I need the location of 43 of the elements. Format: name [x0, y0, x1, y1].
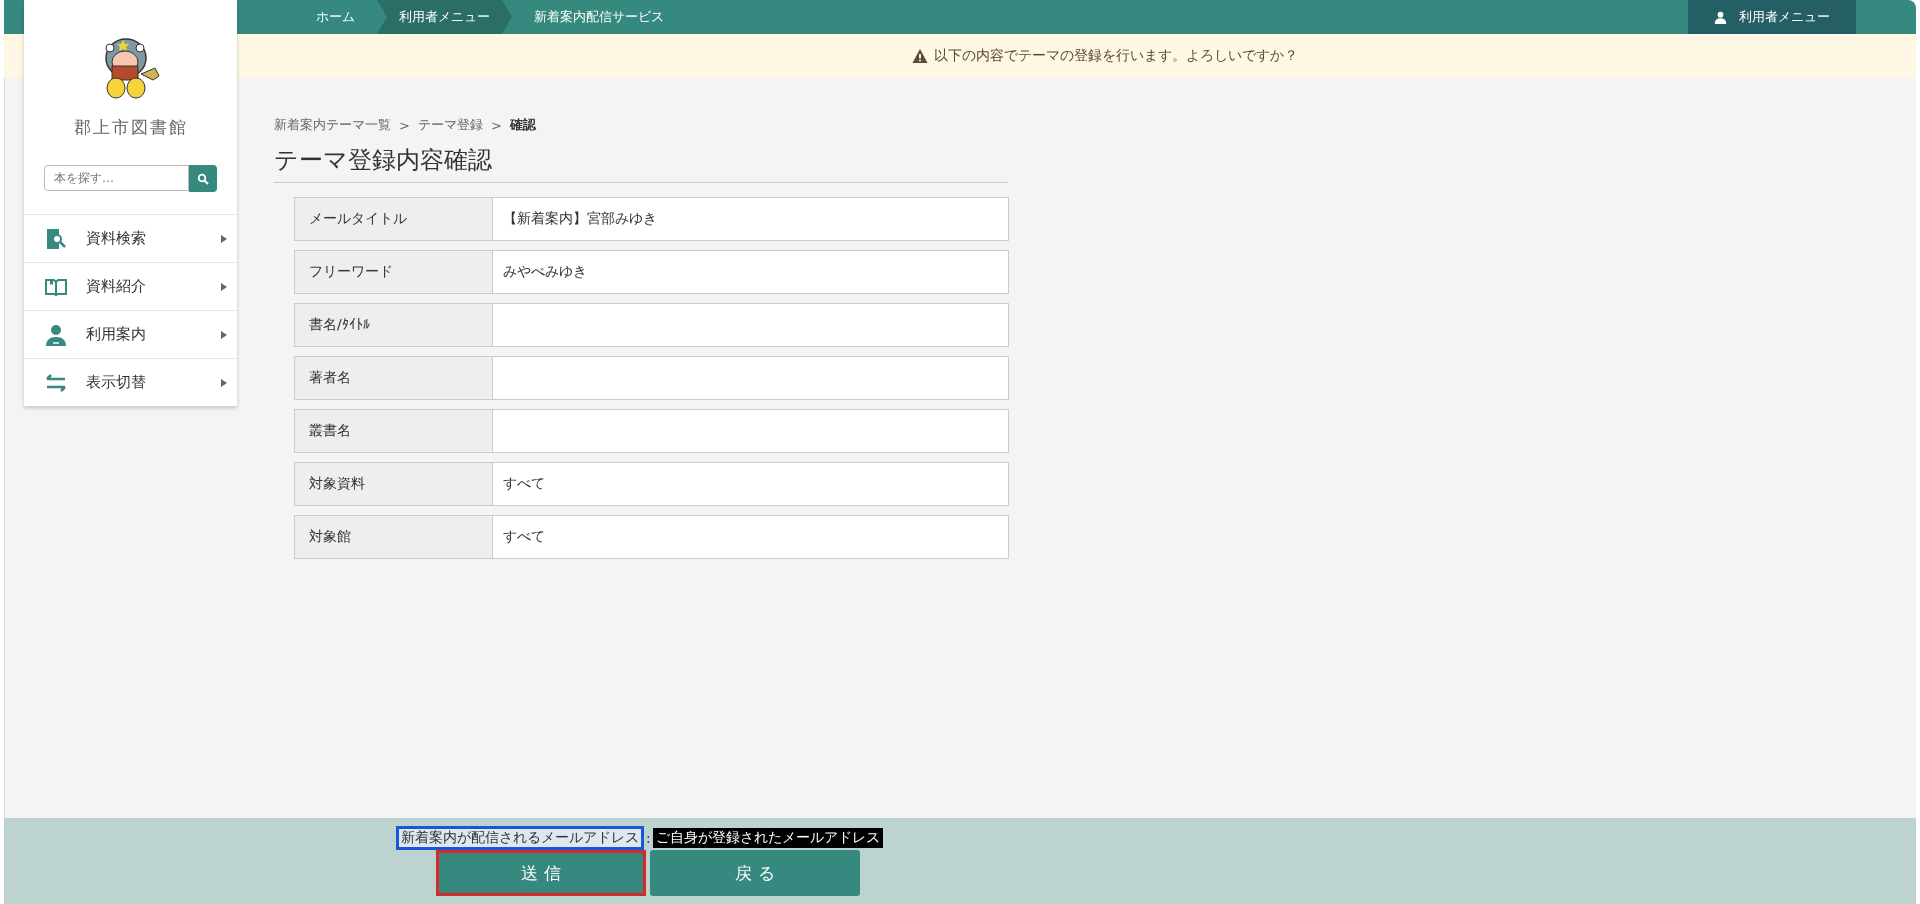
field-value: すべて [502, 527, 546, 546]
user-icon [1714, 10, 1727, 24]
caret-icon [221, 282, 227, 291]
breadcrumb-link[interactable]: 新着案内配信サービス [512, 0, 686, 34]
email-value: ご自身が登録されたメールアドレス [652, 828, 883, 848]
field-value: みやべみゆき [502, 262, 588, 281]
field-label: フリーワード [295, 251, 493, 293]
field-label: 叢書名 [295, 410, 493, 452]
caret-icon [221, 330, 227, 339]
field-label: 書名/ﾀｲﾄﾙ [295, 304, 493, 346]
breadcrumb-link[interactable]: 利用者メニュー [377, 0, 512, 34]
sidebar-menu-item[interactable]: 資料検索 [24, 214, 237, 262]
back-button[interactable]: 戻 る [650, 850, 860, 896]
breadcrumb-separator: > [490, 117, 502, 133]
field-value: 【新着案内】宮部みゆき [502, 209, 658, 228]
search-field[interactable]: 本を探す… [44, 165, 189, 191]
search-icon [197, 172, 209, 185]
document-search-icon [44, 226, 68, 251]
caret-icon [221, 234, 227, 243]
email-label: 新着案内が配信されるメールアドレス [396, 826, 644, 850]
sidebar-menu-item[interactable]: 表示切替 [24, 358, 237, 406]
breadcrumb-link[interactable]: 新着案内テーマ一覧 [274, 116, 391, 134]
breadcrumb-current: 確認 [509, 116, 536, 134]
user-menu-button[interactable]: 利用者メニュー [1688, 0, 1856, 34]
notice-text: 以下の内容でテーマの登録を行います。よろしいですか？ [934, 47, 1298, 65]
field-label: 対象資料 [295, 463, 493, 505]
warning-icon [912, 48, 928, 64]
field-label: メールタイトル [295, 198, 493, 240]
person-icon [44, 322, 68, 347]
library-name: 郡上市図書館 [73, 116, 188, 139]
field-label: 著者名 [295, 357, 493, 399]
field-value: すべて [502, 474, 546, 493]
sidebar-menu-item[interactable]: 資料紹介 [24, 262, 237, 310]
separator-text: : [646, 830, 651, 846]
breadcrumb-link[interactable]: ホーム [294, 0, 377, 34]
caret-icon [221, 378, 227, 387]
search-button[interactable] [189, 165, 217, 192]
submit-button[interactable]: 送 信 [436, 850, 646, 896]
breadcrumb-link[interactable]: テーマ登録 [417, 116, 483, 134]
breadcrumb-separator: > [399, 117, 410, 133]
sidebar-menu-item[interactable]: 利用案内 [24, 310, 237, 358]
field-label: 対象館 [295, 516, 493, 558]
page-title: テーマ登録内容確認 [274, 144, 1008, 183]
